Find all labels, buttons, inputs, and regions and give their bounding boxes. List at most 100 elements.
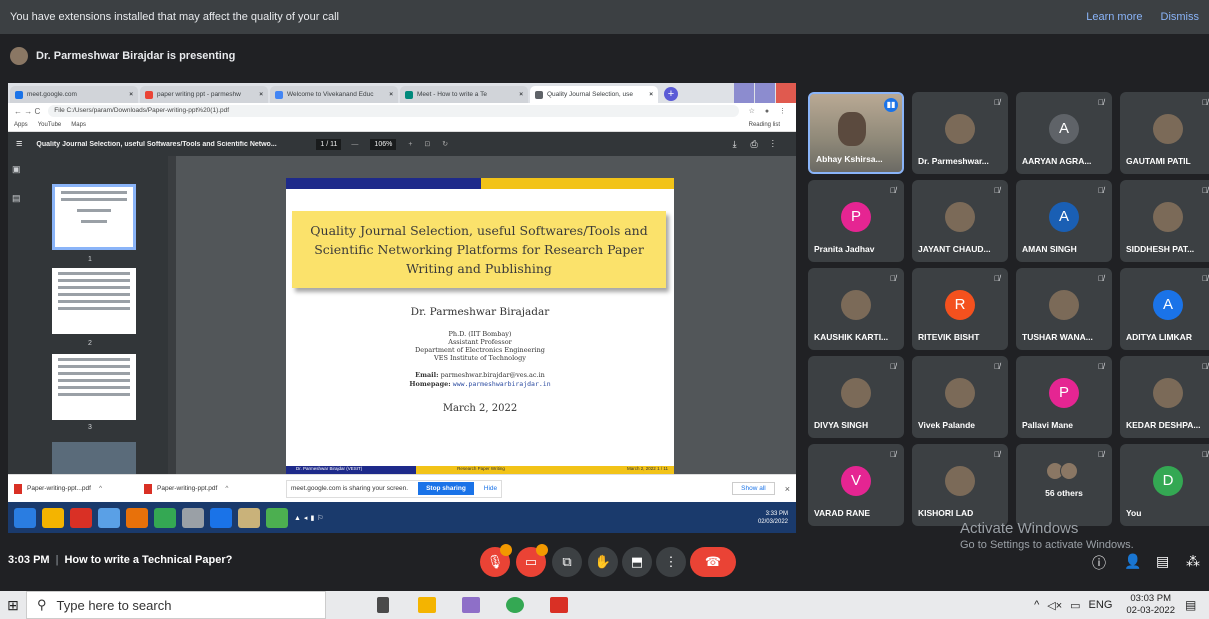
zoom-out-icon[interactable]: — [351,141,358,148]
participant-tile[interactable]: 🎙̸ TUSHAR WANA... [1016,268,1112,350]
zoom-level[interactable]: 106% [370,138,397,150]
tray-icons[interactable]: ▲◂▮⚐ [294,514,327,522]
window-close-button[interactable] [776,83,796,103]
learn-more-link[interactable]: Learn more [1086,11,1142,23]
folder-icon[interactable] [238,507,260,528]
chevron-up-icon[interactable]: ^ [225,485,228,492]
show-all-button[interactable]: Show all [732,482,775,495]
start-icon[interactable] [14,507,36,528]
close-icon[interactable]: × [129,91,133,98]
participant-tile[interactable]: 🎙̸ A AARYAN AGRA... [1016,92,1112,174]
zoom-in-icon[interactable]: + [408,141,412,148]
present-button[interactable]: ⬒ [622,547,652,577]
participant-tile[interactable]: 🎙̸ P Pallavi Mane [1016,356,1112,438]
browser-tab[interactable]: Meet - How to write a Te × [400,86,528,103]
participant-tile[interactable]: 🎙̸ KISHORI LAD [912,444,1008,526]
reading-list-button[interactable]: Reading list [749,122,780,128]
participant-tile[interactable]: 🎙̸ 56 others [1016,444,1112,526]
outline-icon[interactable]: ▤ [12,193,26,204]
vs-icon[interactable] [542,591,576,619]
paint-icon[interactable] [454,591,488,619]
page-thumbnail[interactable] [52,354,136,420]
browser-tab[interactable]: paper writing ppt - parmeshw × [140,86,268,103]
toolbar-actions-icon[interactable]: ☆ ● ⋮ [749,107,790,115]
captions-button[interactable]: ⧉ [552,547,582,577]
app-icon[interactable] [182,507,204,528]
windows-start-icon[interactable]: ⊞ [0,597,26,614]
acrobat-icon[interactable] [70,507,92,528]
ie-icon[interactable] [98,507,120,528]
notification-icon[interactable]: ▤ [1185,598,1205,612]
page-indicator[interactable]: 1 / 11 [316,138,342,150]
mic-off-button[interactable]: 🎙 [480,544,512,577]
participant-tile[interactable]: 🎙̸ A ADITYA LIMKAR [1120,268,1209,350]
language-indicator[interactable]: ENG [1089,599,1113,611]
activities-icon[interactable]: ⁂ [1186,553,1200,570]
browser-tab[interactable]: meet.google.com × [10,86,138,103]
task-view-icon[interactable] [366,591,400,619]
bookmark-youtube[interactable]: YouTube [38,122,62,128]
explorer-icon[interactable] [42,507,64,528]
participant-tile[interactable]: 🎙̸ JAYANT CHAUD... [912,180,1008,262]
participant-tile[interactable]: 🎙̸ KEDAR DESHPA... [1120,356,1209,438]
close-icon[interactable]: × [649,91,653,98]
participant-tile[interactable]: 🎙̸ V VARAD RANE [808,444,904,526]
url-field[interactable]: File C:/Users/param/Downloads/Paper-writ… [48,105,739,117]
taskbar-clock[interactable]: 03:03 PM 02-03-2022 [1126,593,1175,617]
word-icon[interactable] [210,507,232,528]
participant-tile[interactable]: 🎙̸ Dr. Parmeshwar... [912,92,1008,174]
thumbnail-scrollbar[interactable] [168,156,176,474]
close-icon[interactable]: × [519,91,523,98]
taskbar-search-box[interactable]: ⚲ Type here to search [26,591,326,619]
minimize-button[interactable] [734,83,754,103]
page-thumbnail[interactable] [52,268,136,334]
menu-icon[interactable]: ≡ [16,138,22,150]
participant-tile[interactable]: 🎙̸ SIDDHESH PAT... [1120,180,1209,262]
participant-tile[interactable]: 🎙̸ DIVYA SINGH [808,356,904,438]
participant-tile[interactable]: 🎙̸ R RITEVIK BISHT [912,268,1008,350]
thumbnails-icon[interactable]: ▣ [12,164,26,175]
new-tab-button[interactable]: + [664,87,678,101]
bookmark-apps[interactable]: Apps [14,122,28,128]
info-icon[interactable]: ⓘ [1092,553,1106,573]
stop-sharing-button[interactable]: Stop sharing [418,482,474,495]
leave-call-button[interactable]: ☎ [690,547,736,577]
close-icon[interactable]: × [785,484,790,494]
more-options-button[interactable]: ⋮ [656,547,686,577]
people-icon[interactable]: 👤 [1124,553,1141,570]
participant-tile[interactable]: 🎙̸ Vivek Palande [912,356,1008,438]
participant-tile[interactable]: 🎙̸ GAUTAMI PATIL [1120,92,1209,174]
pdf-actions-icon[interactable]: ⤓⎙⋮ [733,139,788,150]
camera-off-button[interactable]: ▭ [516,544,548,577]
participant-tile[interactable]: 🎙̸ KAUSHIK KARTI... [808,268,904,350]
browser-tab-active[interactable]: Quality Journal Selection, use × [530,86,658,103]
firefox-icon[interactable] [126,507,148,528]
download-item[interactable]: Paper-writing-ppt...pdf ^ [14,483,144,494]
chrome-icon[interactable] [498,591,532,619]
chat-icon[interactable]: ▤ [1156,553,1169,570]
volume-icon[interactable]: ◁× [1047,599,1062,612]
close-icon[interactable]: × [259,91,263,98]
file-explorer-icon[interactable] [410,591,444,619]
dismiss-link[interactable]: Dismiss [1161,11,1200,23]
maximize-button[interactable] [755,83,775,103]
participant-tile[interactable]: 🎙̸ D You [1120,444,1209,526]
chevron-up-icon[interactable]: ^ [1034,599,1039,611]
network-icon[interactable]: ▭ [1070,599,1080,612]
nav-arrows-icon[interactable]: ← → C [14,107,40,116]
page-thumbnail[interactable] [52,184,136,250]
raise-hand-button[interactable]: ✋ [588,547,618,577]
bookmark-maps[interactable]: Maps [71,122,86,128]
rotate-icon[interactable]: ↻ [442,140,448,148]
hide-button[interactable]: Hide [484,485,497,492]
participant-tile[interactable]: 🎙̸ P Pranita Jadhav [808,180,904,262]
chrome-icon[interactable] [266,507,288,528]
fit-page-icon[interactable]: ⊡ [424,140,430,148]
participant-tile[interactable]: 🎙̸ A AMAN SINGH [1016,180,1112,262]
chevron-up-icon[interactable]: ^ [99,485,102,492]
participant-tile[interactable]: ▮▮ Abhay Kshirsa... [808,92,904,174]
close-icon[interactable]: × [389,91,393,98]
download-item[interactable]: Paper-writing-ppt.pdf ^ [144,483,274,494]
chrome-icon[interactable] [154,507,176,528]
browser-tab[interactable]: Welcome to Vivekanand Educ × [270,86,398,103]
